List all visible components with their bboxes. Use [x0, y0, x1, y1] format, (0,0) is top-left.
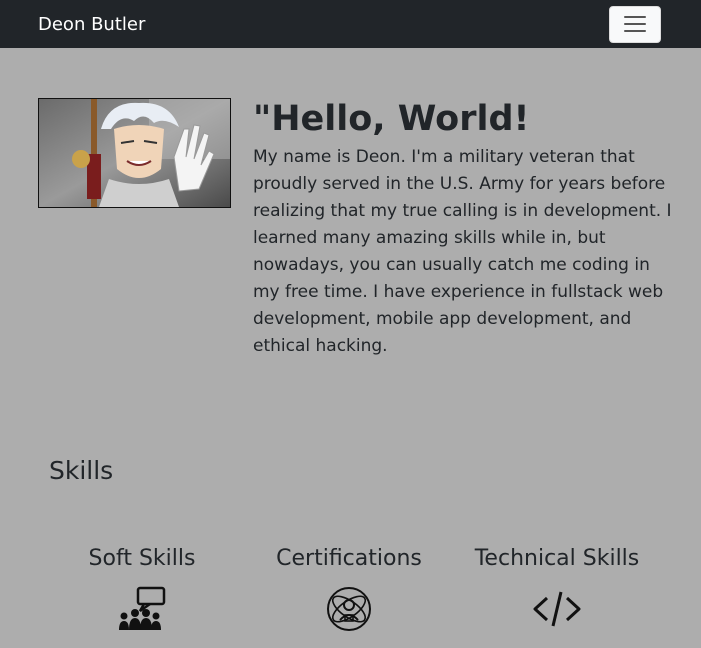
hero-heading: "Hello, World!: [253, 99, 530, 139]
bio-paragraph: My name is Deon. I'm a military veteran …: [253, 146, 672, 356]
team-speech-icon: [37, 586, 247, 632]
hamburger-bar: [624, 30, 646, 32]
navbar-toggle-button[interactable]: [609, 5, 661, 43]
profile-image: [38, 98, 231, 208]
skill-card-soft-skills[interactable]: Soft Skills: [37, 544, 247, 632]
hamburger-menu-icon: [624, 16, 646, 18]
skill-label: Soft Skills: [88, 546, 196, 571]
anime-character-portrait-icon: [39, 99, 230, 207]
skill-label: Certifications: [276, 546, 422, 571]
skill-card-technical-skills[interactable]: Technical Skills: [452, 544, 662, 632]
code-brackets-icon: [452, 586, 662, 632]
navbar: Deon Butler: [0, 0, 701, 48]
skills-title: Skills: [49, 456, 114, 485]
skill-card-certifications[interactable]: Certifications: [244, 544, 454, 632]
skill-label: Technical Skills: [474, 546, 640, 571]
hero-text: "Hello, World! My name is Deon. I'm a mi…: [253, 98, 673, 360]
certification-person-icon: [244, 586, 454, 632]
hamburger-bar: [624, 23, 646, 25]
brand-link[interactable]: Deon Butler: [38, 14, 145, 35]
